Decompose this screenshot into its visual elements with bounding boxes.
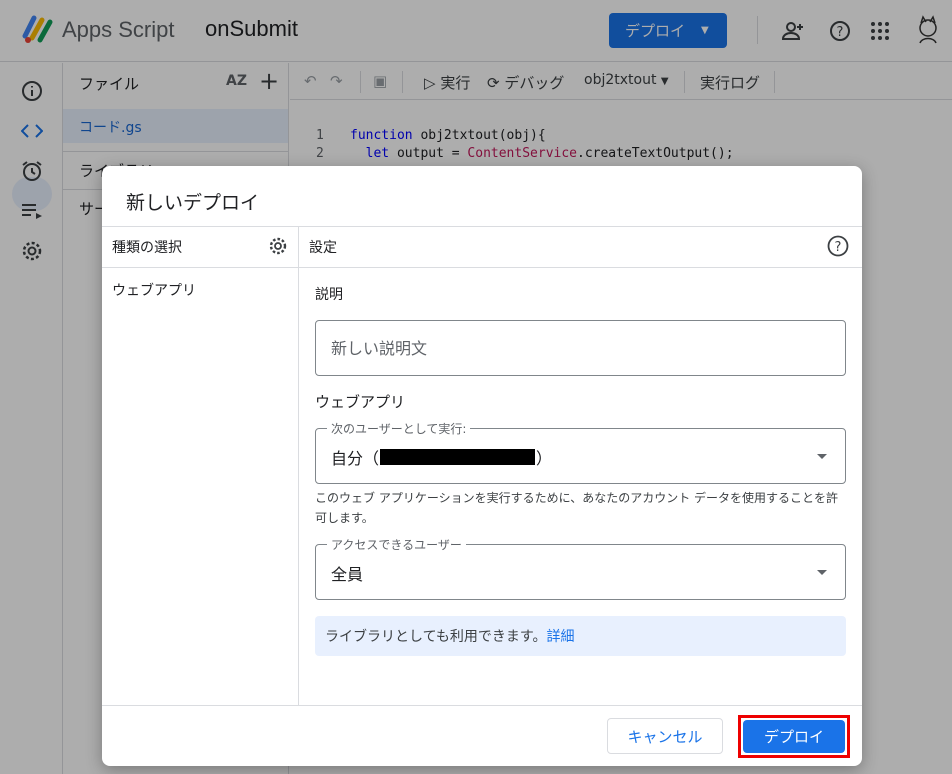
divider bbox=[102, 267, 862, 268]
highlight-box: デプロイ bbox=[738, 715, 850, 758]
access-select[interactable]: アクセスできるユーザー 全員 bbox=[315, 536, 846, 600]
type-item-web-app[interactable]: ウェブアプリ bbox=[112, 280, 196, 300]
description-field[interactable] bbox=[315, 320, 846, 376]
execute-as-value-suffix: ） bbox=[536, 449, 553, 468]
chevron-down-icon bbox=[817, 570, 827, 575]
new-deployment-dialog: 新しいデプロイ 種類の選択 ウェブアプリ 設定 ? 説明 ウェブアプリ 次のユー… bbox=[102, 166, 862, 766]
execute-as-select[interactable]: 次のユーザーとして実行: 自分（ ） bbox=[315, 420, 846, 484]
web-app-section-label: ウェブアプリ bbox=[315, 393, 406, 411]
execute-as-label: 次のユーザーとして実行: bbox=[327, 420, 471, 437]
library-info-banner: ライブラリとしても利用できます。詳細 bbox=[315, 616, 846, 656]
access-label: アクセスできるユーザー bbox=[327, 536, 466, 553]
execute-as-helper-text: このウェブ アプリケーションを実行するために、あなたのアカウント データを使用す… bbox=[315, 491, 839, 525]
settings-header: 設定 bbox=[309, 240, 337, 256]
divider bbox=[102, 705, 862, 706]
description-label: 説明 bbox=[315, 287, 343, 303]
execute-as-value: 自分（ ） bbox=[331, 445, 552, 469]
deploy-button[interactable]: デプロイ bbox=[743, 720, 845, 753]
access-value: 全員 bbox=[331, 565, 364, 584]
divider bbox=[298, 226, 299, 705]
dialog-title: 新しいデプロイ bbox=[126, 192, 260, 214]
type-column-header: 種類の選択 bbox=[112, 240, 182, 256]
description-input[interactable] bbox=[331, 321, 821, 375]
chevron-down-icon bbox=[817, 454, 827, 459]
redacted-email bbox=[380, 449, 536, 465]
svg-text:?: ? bbox=[835, 240, 842, 255]
library-info-text: ライブラリとしても利用できます。 bbox=[325, 629, 547, 645]
learn-more-link[interactable]: 詳細 bbox=[546, 629, 574, 645]
execute-as-value-prefix: 自分（ bbox=[331, 449, 380, 468]
gear-icon[interactable] bbox=[268, 236, 288, 256]
help-icon[interactable]: ? bbox=[827, 235, 849, 257]
cancel-button[interactable]: キャンセル bbox=[607, 718, 723, 754]
divider bbox=[102, 226, 862, 227]
